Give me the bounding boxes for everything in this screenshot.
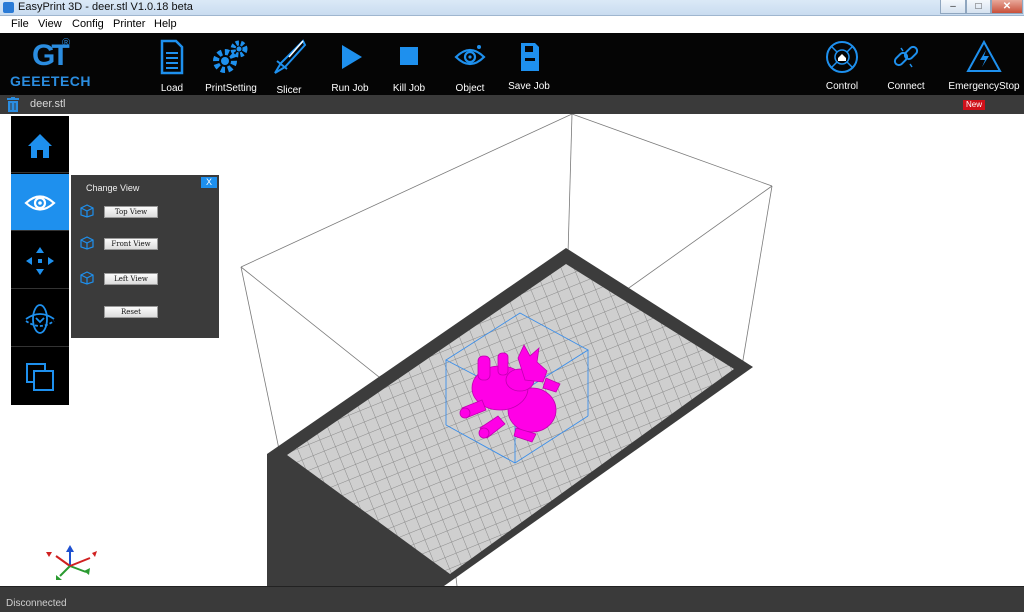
- run-job-label: Run Job: [331, 83, 369, 94]
- left-view-button[interactable]: Left View: [104, 273, 158, 285]
- close-button[interactable]: ✕: [991, 0, 1023, 14]
- minimize-button[interactable]: –: [940, 0, 966, 14]
- play-icon: [342, 45, 362, 69]
- geeetech-logo: GT ® GEEETECH: [10, 37, 96, 93]
- link-icon: [893, 45, 919, 68]
- change-view-title: Change View: [86, 183, 140, 193]
- stop-icon: [400, 47, 418, 65]
- load-label: Load: [160, 83, 184, 94]
- file-tab-bar: deer.stl New: [0, 95, 1024, 114]
- control-button[interactable]: Control: [806, 37, 878, 93]
- change-view-button[interactable]: [11, 174, 69, 231]
- cube-icon: [80, 271, 94, 285]
- gear-icon: [213, 40, 248, 73]
- status-bar: Disconnected: [0, 586, 1024, 612]
- emergency-stop-label: EmergencyStop: [948, 81, 1020, 92]
- slicer-icon: [274, 39, 307, 74]
- maximize-button[interactable]: □: [966, 0, 991, 14]
- save-job-button[interactable]: Save Job: [497, 37, 561, 93]
- warning-icon: [966, 39, 1002, 72]
- save-job-label: Save Job: [508, 81, 550, 92]
- load-button[interactable]: Load: [140, 37, 204, 94]
- control-label: Control: [825, 81, 859, 92]
- scale-icon: [26, 363, 54, 391]
- cube-icon: [80, 236, 94, 250]
- change-view-panel: Change View X Top View Front View Left V…: [71, 175, 219, 338]
- logo-brand: GEEETECH: [10, 73, 92, 89]
- object-label: Object: [455, 83, 485, 94]
- load-icon: [160, 39, 184, 75]
- main-toolbar: GT ® GEEETECH Load PrintSetting Slicer R…: [0, 33, 1024, 96]
- reset-view-button[interactable]: Reset: [104, 306, 158, 318]
- top-view-button[interactable]: Top View: [104, 206, 158, 218]
- view-sidebar: [11, 116, 69, 405]
- slicer-button[interactable]: Slicer: [257, 37, 321, 96]
- connect-label: Connect: [887, 81, 925, 92]
- menu-view[interactable]: View: [38, 18, 62, 30]
- axis-icon: [46, 545, 97, 580]
- cube-icon: [80, 204, 94, 218]
- save-icon: [521, 43, 539, 71]
- title-bar: EasyPrint 3D - deer.stl V1.0.18 beta – □…: [0, 0, 1024, 16]
- window-title: EasyPrint 3D - deer.stl V1.0.18 beta: [18, 1, 193, 13]
- emergency-stop-button[interactable]: EmergencyStop: [944, 37, 1024, 93]
- menu-bar: File View Config Printer Help: [0, 16, 1024, 33]
- rotate-button[interactable]: [11, 290, 69, 347]
- object-button[interactable]: Object: [438, 37, 502, 94]
- menu-help[interactable]: Help: [154, 18, 177, 30]
- kill-job-label: Kill Job: [392, 83, 426, 94]
- new-badge[interactable]: New: [963, 100, 985, 110]
- home-icon: [28, 134, 52, 158]
- menu-file[interactable]: File: [11, 18, 29, 30]
- app-icon: [3, 2, 14, 13]
- move-button[interactable]: [11, 232, 69, 289]
- home-view-button[interactable]: [11, 116, 69, 173]
- eye-icon: [454, 45, 486, 66]
- eye-icon: [24, 195, 56, 211]
- home-icon: [826, 41, 858, 73]
- scale-button[interactable]: [11, 348, 69, 405]
- trash-icon[interactable]: [7, 97, 19, 112]
- move-icon: [26, 247, 54, 275]
- print-setting-label: PrintSetting: [205, 83, 257, 94]
- change-view-close-button[interactable]: X: [201, 177, 217, 188]
- front-view-button[interactable]: Front View: [104, 238, 158, 250]
- rotate-icon: [25, 304, 55, 334]
- kill-job-button[interactable]: Kill Job: [377, 37, 441, 94]
- run-job-button[interactable]: Run Job: [318, 37, 382, 94]
- connection-status: Disconnected: [6, 598, 67, 609]
- menu-printer[interactable]: Printer: [113, 18, 145, 30]
- logo-registered: ®: [62, 37, 71, 49]
- file-tab[interactable]: deer.stl: [30, 98, 65, 110]
- connect-button[interactable]: Connect: [870, 37, 942, 93]
- print-setting-button[interactable]: PrintSetting: [199, 37, 263, 94]
- menu-config[interactable]: Config: [72, 18, 104, 30]
